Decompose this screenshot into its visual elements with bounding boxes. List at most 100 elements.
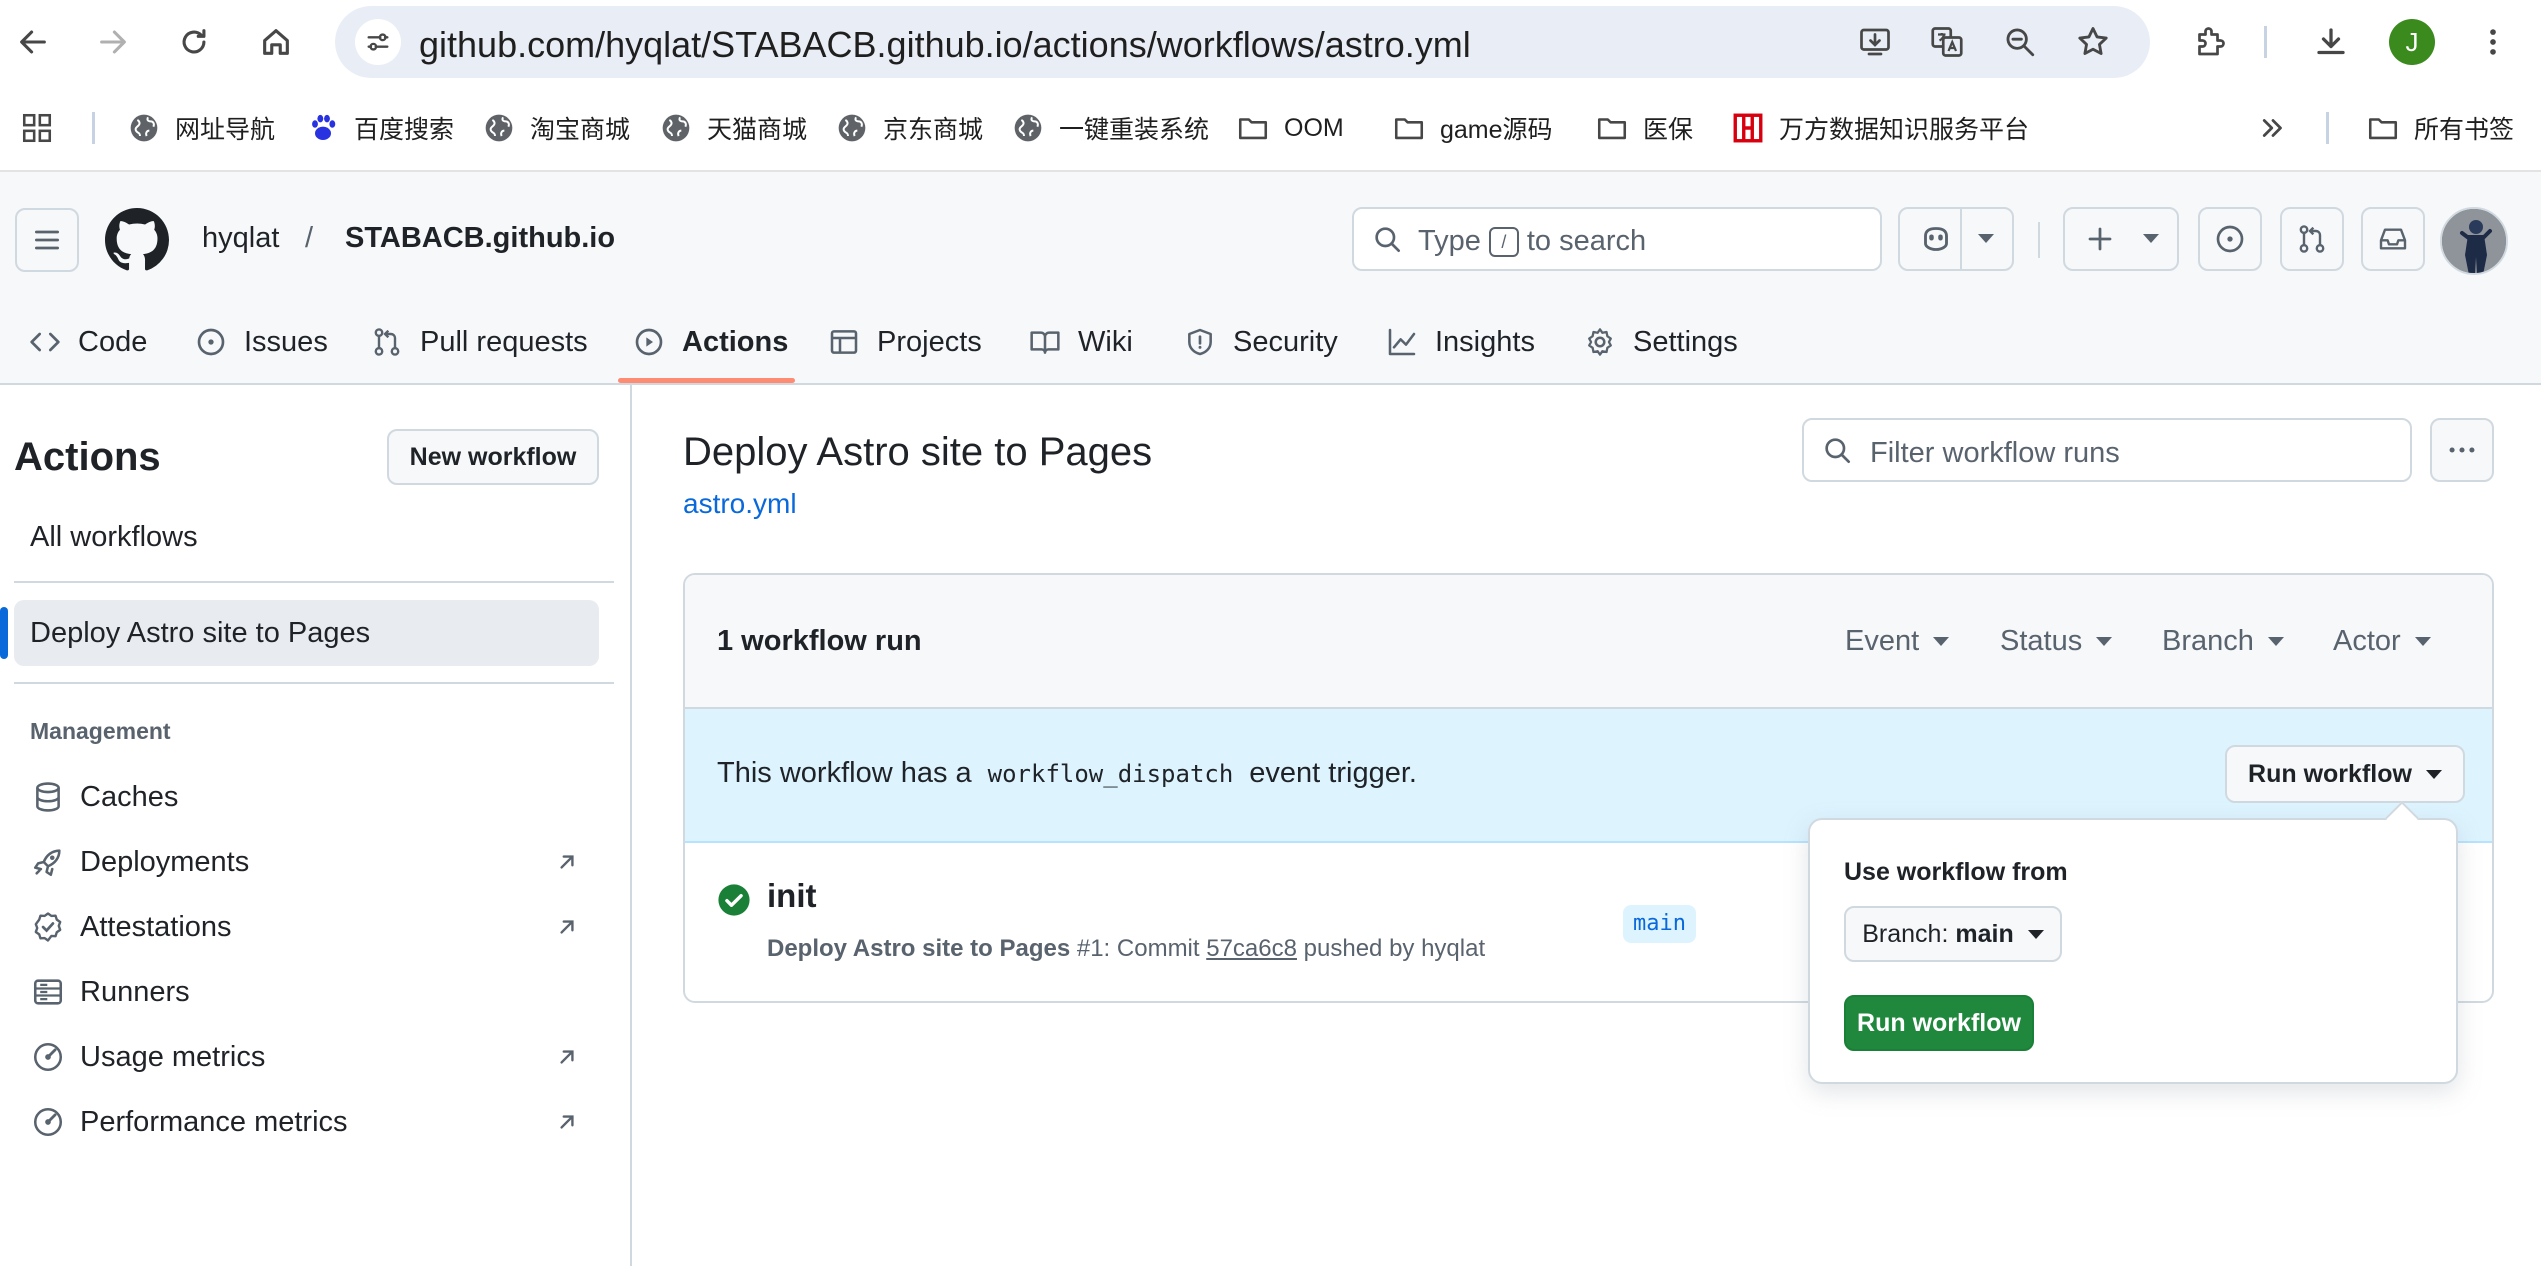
github-logo-icon[interactable] [105,208,169,272]
chevron-down-icon[interactable] [1978,234,1994,243]
new-workflow-button[interactable]: New workflow [387,429,599,485]
commit-sha-link[interactable]: 57ca6c8 [1206,935,1297,962]
globe-icon [659,111,693,145]
branch-filter-dropdown[interactable]: Branch [2162,625,2284,658]
dispatch-code: workflow_dispatch [987,760,1234,788]
tab-code[interactable]: Code [28,302,147,382]
workflow-options-button[interactable] [2430,418,2494,482]
bookmark-item[interactable]: 天猫商城 [659,106,807,150]
issue-icon [2216,225,2244,253]
bookmark-item[interactable]: 京东商城 [835,106,983,150]
check-circle-icon [718,884,750,916]
copilot-icon [1924,227,1948,251]
branch-select-button[interactable]: Branch: main [1844,906,2062,962]
meter-icon [30,1039,66,1075]
more-bookmarks-icon[interactable] [2258,106,2288,150]
sidebar-divider [14,581,614,583]
chevron-down-icon [1933,637,1950,646]
event-filter-dropdown[interactable]: Event [1845,625,1950,658]
all-bookmarks-folder[interactable]: 所有书签 [2366,106,2514,150]
all-workflows-link[interactable]: All workflows [30,521,198,554]
back-icon[interactable] [8,17,58,67]
status-filter-dropdown[interactable]: Status [2000,625,2113,658]
run-workflow-dropdown-button[interactable]: Run workflow [2225,745,2465,803]
tab-security[interactable]: Security [1183,302,1338,382]
browser-toolbar: github.com/hyqlat/STABACB.github.io/acti… [0,0,2541,84]
tab-actions[interactable]: Actions [632,302,788,382]
tab-pull-requests[interactable]: Pull requests [370,302,588,382]
bookmark-folder[interactable]: game源码 [1392,106,1553,150]
address-bar[interactable]: github.com/hyqlat/STABACB.github.io/acti… [335,6,2150,78]
apps-grid-icon[interactable] [20,106,54,150]
sidebar-item-usage-metrics[interactable]: Usage metrics [30,1032,590,1082]
toolbar-divider [2264,26,2267,58]
translate-icon[interactable] [1927,22,1967,62]
folder-icon [2366,111,2400,145]
search-shortcut-key: / [1488,226,1519,257]
hamburger-menu-button[interactable] [15,208,79,272]
workflow-file-link[interactable]: astro.yml [683,488,797,520]
verified-icon [30,909,66,945]
search-placeholder: Type / to search [1418,225,1647,257]
run-workflow-submit-button[interactable]: Run workflow [1844,995,2034,1051]
forward-icon[interactable] [88,17,138,67]
home-icon[interactable] [251,17,301,67]
run-meta: Deploy Astro site to Pages #1: Commit 57… [767,935,1486,962]
gear-icon [1583,325,1617,359]
actor-filter-dropdown[interactable]: Actor [2333,625,2431,658]
create-new-button[interactable] [2063,207,2179,271]
tab-projects[interactable]: Projects [827,302,982,382]
sidebar-item-performance-metrics[interactable]: Performance metrics [30,1097,590,1147]
filter-workflow-runs-input[interactable]: Filter workflow runs [1802,418,2412,482]
issues-button[interactable] [2198,207,2262,271]
active-workflow-label[interactable]: Deploy Astro site to Pages [30,617,370,650]
tab-settings[interactable]: Settings [1583,302,1738,382]
branch-badge[interactable]: main [1623,905,1696,943]
browser-menu-icon[interactable] [2468,17,2518,67]
bookmarks-bar: 网址导航 百度搜索 淘宝商城 天猫商城 京东商城 一键重装系统 OOM game… [0,84,2541,172]
sidebar-item-runners[interactable]: Runners [30,967,590,1017]
sidebar-item-attestations[interactable]: Attestations [30,902,590,952]
run-title[interactable]: init [767,877,816,915]
copilot-button[interactable] [1898,207,2014,271]
tab-issues[interactable]: Issues [194,302,328,382]
sidebar-divider [14,682,614,684]
install-app-icon[interactable] [1855,22,1895,62]
pull-request-icon [2299,225,2325,253]
inbox-button[interactable] [2361,207,2425,271]
zoom-icon[interactable] [2000,22,2040,62]
sidebar-title: Actions [14,435,161,479]
tab-insights[interactable]: Insights [1385,302,1535,382]
pull-requests-button[interactable] [2280,207,2344,271]
header-divider [2038,222,2040,258]
search-input[interactable]: Type / to search [1352,207,1882,271]
reload-icon[interactable] [169,17,219,67]
breadcrumb-repo[interactable]: STABACB.github.io [345,222,615,255]
bookmark-item[interactable]: 网址导航 [127,106,275,150]
breadcrumb-owner[interactable]: hyqlat [202,222,279,255]
user-avatar[interactable] [2440,207,2508,275]
profile-avatar[interactable]: J [2389,19,2435,65]
bookmarks-divider [92,112,95,144]
workflow-title: Deploy Astro site to Pages [683,430,1153,474]
tab-wiki[interactable]: Wiki [1028,302,1133,382]
chevron-down-icon [2027,929,2044,939]
downloads-icon[interactable] [2306,17,2356,67]
sidebar-item-caches[interactable]: Caches [30,772,590,822]
bookmark-folder[interactable]: 医保 [1595,106,1693,150]
sidebar-item-deployments[interactable]: Deployments [30,837,590,887]
site-info-icon[interactable] [355,19,401,65]
bookmark-item[interactable]: 百度搜索 [306,106,454,150]
pull-request-icon [370,325,404,359]
url-text[interactable]: github.com/hyqlat/STABACB.github.io/acti… [419,24,1471,66]
search-icon [1825,438,1850,463]
arrow-up-right-icon [560,855,574,869]
bookmark-item[interactable]: 万方数据知识服务平台 [1731,106,2029,150]
bookmark-star-icon[interactable] [2073,22,2113,62]
graph-icon [1385,325,1419,359]
bookmark-item[interactable]: 淘宝商城 [482,106,630,150]
bookmark-folder[interactable]: OOM [1236,106,1344,150]
bookmark-item[interactable]: 一键重装系统 [1011,106,1209,150]
button-divider [1960,209,1962,269]
extensions-icon[interactable] [2185,17,2235,67]
